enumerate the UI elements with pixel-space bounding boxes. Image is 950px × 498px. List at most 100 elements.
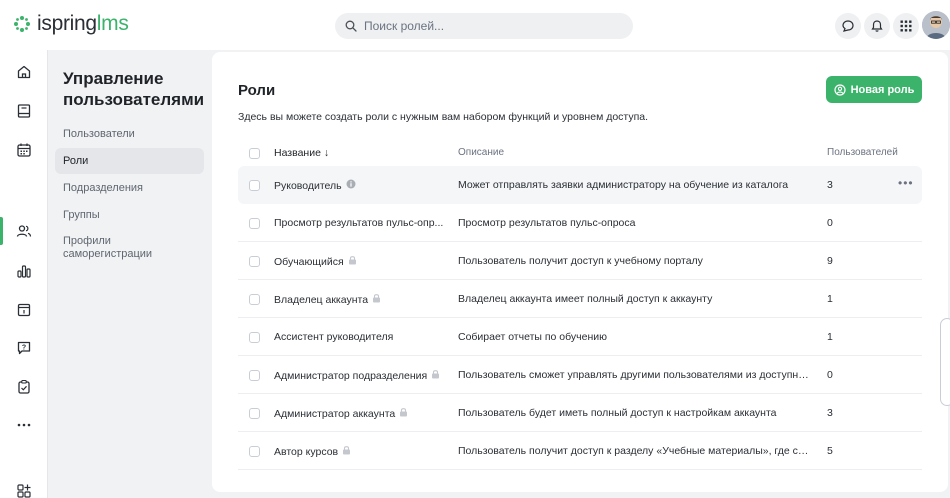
rail-home[interactable] <box>14 62 34 82</box>
table-row[interactable]: Ассистент руководителя Собирает отчеты по… <box>238 318 922 356</box>
role-name[interactable]: Администратор аккаунта <box>274 408 395 420</box>
role-name-cell[interactable]: Автор курсов <box>274 445 452 458</box>
lock-icon <box>372 293 381 306</box>
role-name[interactable]: Ассистент руководителя <box>274 331 393 343</box>
lock-icon <box>348 255 357 268</box>
rail-assessment[interactable] <box>14 377 34 397</box>
role-description: Пользователь получит доступ к разделу «У… <box>458 445 814 457</box>
role-name[interactable]: Руководитель <box>274 180 342 192</box>
search-icon <box>345 20 357 32</box>
rail-more[interactable] <box>14 415 34 435</box>
role-name[interactable]: Автор курсов <box>274 446 338 458</box>
role-name[interactable]: Обучающийся <box>274 256 344 268</box>
role-description: Пользователь будет иметь полный доступ к… <box>458 407 777 419</box>
rail-reports[interactable] <box>14 261 34 281</box>
subnav-item-roles[interactable]: Роли <box>55 148 204 174</box>
bell-icon <box>871 20 883 32</box>
role-name[interactable]: Просмотр результатов пульс-опр... <box>274 217 443 229</box>
row-checkbox[interactable] <box>249 218 260 229</box>
table-row[interactable]: Автор курсов Пользователь получит доступ … <box>238 432 922 470</box>
role-user-count: 1 <box>827 293 833 305</box>
role-description: Собирает отчеты по обучению <box>458 331 608 343</box>
info-icon[interactable] <box>346 179 356 192</box>
table-row[interactable]: Руководитель Может отправлять заявки адми… <box>238 166 922 204</box>
role-name-cell[interactable]: Администратор аккаунта <box>274 407 452 420</box>
left-rail: ? <box>0 50 48 498</box>
role-user-count: 9 <box>827 255 833 267</box>
column-name-header[interactable]: Название ↓ <box>274 147 329 159</box>
row-more-actions-icon[interactable]: ••• <box>898 176 914 190</box>
table-header: Название ↓ Описание Пользователей <box>238 141 922 165</box>
row-checkbox[interactable] <box>249 370 260 381</box>
svg-text:?: ? <box>22 344 26 351</box>
lock-icon <box>431 369 440 382</box>
rail-feedback[interactable]: ? <box>14 338 34 358</box>
new-role-label: Новая роль <box>850 83 915 96</box>
role-name[interactable]: Администратор подразделения <box>274 370 427 382</box>
row-checkbox[interactable] <box>249 446 260 457</box>
apps-grid-icon <box>900 20 912 32</box>
role-description: Пользователь сможет управлять другими по… <box>458 369 814 381</box>
search-box[interactable] <box>335 13 633 39</box>
role-name[interactable]: Владелец аккаунта <box>274 294 368 306</box>
role-name-cell[interactable]: Просмотр результатов пульс-опр... <box>274 217 452 229</box>
rail-add-widgets[interactable] <box>14 481 34 498</box>
role-description: Пользователь получит доступ к учебному п… <box>458 255 703 267</box>
row-checkbox[interactable] <box>249 294 260 305</box>
role-name-cell[interactable]: Администратор подразделения <box>274 369 452 382</box>
calendar-icon <box>17 143 31 157</box>
row-checkbox[interactable] <box>249 256 260 267</box>
add-widgets-icon <box>17 484 31 498</box>
lock-icon <box>342 445 351 458</box>
page-title: Роли <box>238 82 276 99</box>
role-name-cell[interactable]: Ассистент руководителя <box>274 331 452 343</box>
role-description: Владелец аккаунта имеет полный доступ к … <box>458 293 713 305</box>
side-help-widget[interactable] <box>940 318 950 406</box>
table-row[interactable]: Просмотр результатов пульс-опр... Просмот… <box>238 204 922 242</box>
home-icon <box>17 65 31 79</box>
section-title: Управление пользователями <box>63 69 205 109</box>
select-all-checkbox[interactable] <box>249 148 260 159</box>
rail-users[interactable] <box>14 221 34 241</box>
assessment-icon <box>18 379 30 394</box>
search-input[interactable] <box>364 19 604 33</box>
role-name-cell[interactable]: Руководитель <box>274 179 452 192</box>
roles-panel: Роли Здесь вы можете создать роли с нужн… <box>212 52 948 492</box>
subnav-item-self-registration-profiles[interactable]: Профили саморегистрации <box>55 233 175 265</box>
role-name-cell[interactable]: Обучающийся <box>274 255 452 268</box>
row-checkbox[interactable] <box>249 180 260 191</box>
role-user-count: 0 <box>827 369 833 381</box>
column-users-header[interactable]: Пользователей <box>827 147 898 158</box>
role-user-count: 3 <box>827 179 833 191</box>
role-name-cell[interactable]: Владелец аккаунта <box>274 293 452 306</box>
tasks-icon <box>17 303 31 317</box>
avatar-photo-icon <box>922 11 950 39</box>
row-checkbox[interactable] <box>249 408 260 419</box>
role-user-count: 3 <box>827 407 833 419</box>
chat-button[interactable] <box>835 13 861 39</box>
logo-text: ispringlms <box>37 12 129 35</box>
user-avatar[interactable] <box>922 11 950 39</box>
page-description: Здесь вы можете создать роли с нужным ва… <box>238 111 649 123</box>
new-role-button[interactable]: Новая роль <box>826 76 922 103</box>
subnav-item-groups[interactable]: Группы <box>55 202 204 228</box>
apps-button[interactable] <box>893 13 919 39</box>
rail-catalog[interactable] <box>14 101 34 121</box>
role-user-count: 5 <box>827 445 833 457</box>
rail-calendar[interactable] <box>14 140 34 160</box>
table-row[interactable]: Администратор подразделения Пользователь … <box>238 356 922 394</box>
top-bar: ispringlms <box>0 0 950 50</box>
role-description: Просмотр результатов пульс-опроса <box>458 217 636 229</box>
table-row[interactable]: Владелец аккаунта Владелец аккаунта имеет… <box>238 280 922 318</box>
subnav-item-users[interactable]: Пользователи <box>55 121 204 147</box>
catalog-icon <box>17 104 31 118</box>
subnav-item-departments[interactable]: Подразделения <box>55 175 204 201</box>
ispring-logo[interactable]: ispringlms <box>12 12 129 36</box>
user-management-nav: Управление пользователями Пользователи Р… <box>48 50 210 498</box>
row-checkbox[interactable] <box>249 332 260 343</box>
notifications-button[interactable] <box>864 13 890 39</box>
table-row[interactable]: Администратор аккаунта Пользователь будет… <box>238 394 922 432</box>
table-row[interactable]: Обучающийся Пользователь получит доступ к… <box>238 242 922 280</box>
rail-tasks[interactable] <box>14 300 34 320</box>
reports-icon <box>17 265 31 278</box>
